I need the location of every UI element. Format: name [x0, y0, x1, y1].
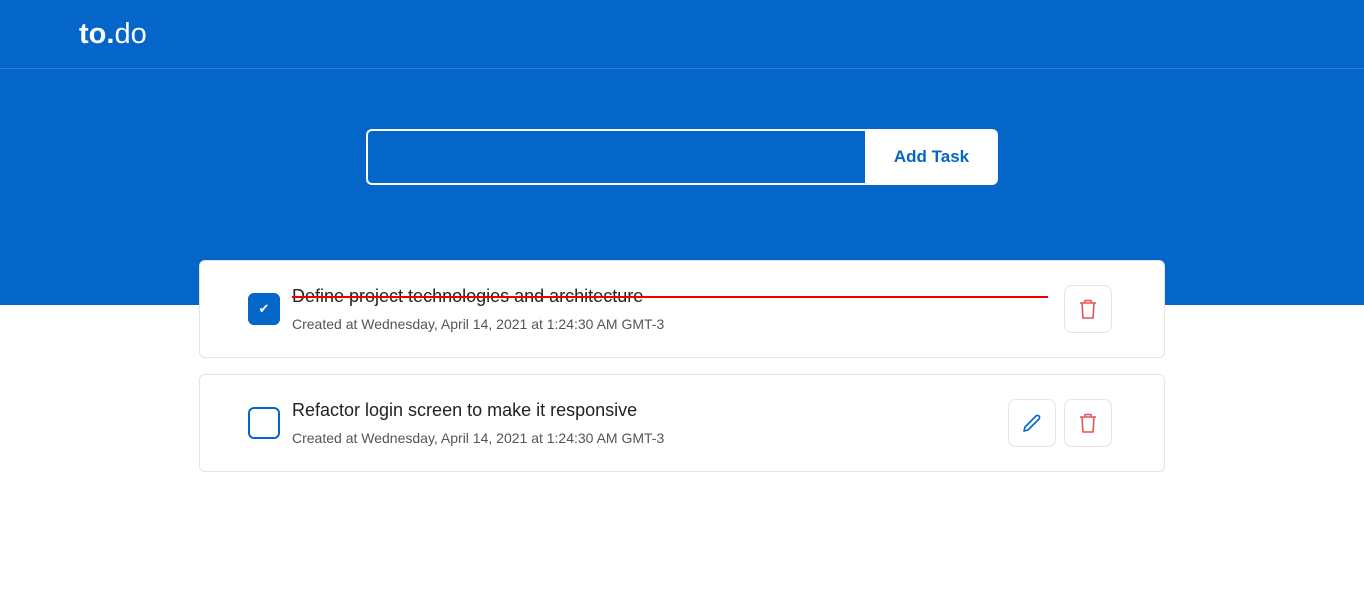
top-bar: to.do — [0, 0, 1364, 69]
trash-icon — [1080, 299, 1096, 319]
task-item: ✔ Define project technologies and archit… — [199, 260, 1165, 358]
task-list: ✔ Define project technologies and archit… — [199, 260, 1165, 488]
task-input[interactable] — [366, 129, 865, 185]
check-icon: ✔ — [258, 301, 270, 316]
task-created-at: Created at Wednesday, April 14, 2021 at … — [292, 316, 665, 332]
task-created-at: Created at Wednesday, April 14, 2021 at … — [292, 430, 665, 446]
delete-task-button[interactable] — [1064, 399, 1112, 447]
task-checkbox-checked[interactable]: ✔ — [248, 293, 280, 325]
strikethrough-line — [292, 296, 1048, 298]
pencil-icon — [1023, 414, 1041, 432]
delete-task-button[interactable] — [1064, 285, 1112, 333]
task-item: Refactor login screen to make it respons… — [199, 374, 1165, 472]
logo: to.do — [79, 17, 147, 50]
task-title: Refactor login screen to make it respons… — [292, 400, 638, 420]
task-checkbox[interactable] — [248, 407, 280, 439]
add-task-form: Add Task — [366, 129, 998, 185]
add-task-button[interactable]: Add Task — [865, 129, 998, 185]
trash-icon — [1080, 413, 1096, 433]
edit-task-button[interactable] — [1008, 399, 1056, 447]
